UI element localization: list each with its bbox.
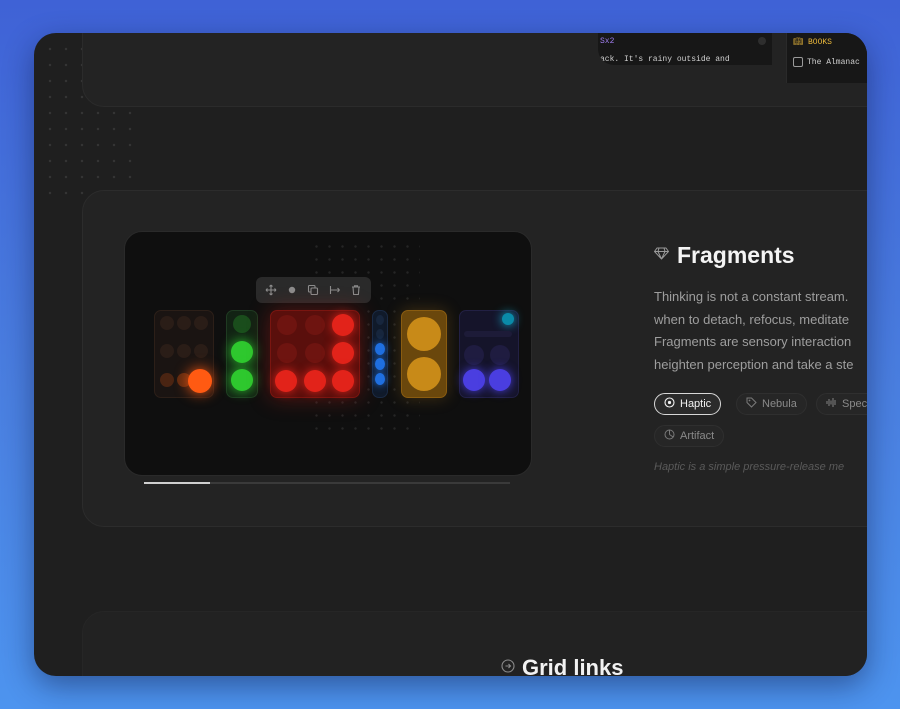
note-text: ack. It's rainy outside and bbox=[600, 55, 730, 64]
led-glow bbox=[375, 343, 385, 355]
chip-label: Spec bbox=[842, 398, 867, 410]
led-glow bbox=[407, 357, 441, 391]
dot-icon[interactable] bbox=[283, 281, 301, 299]
trash-icon[interactable] bbox=[347, 281, 365, 299]
fragments-preview[interactable] bbox=[124, 231, 532, 476]
checkbox[interactable] bbox=[793, 57, 803, 67]
led-glow bbox=[375, 358, 385, 370]
led-glow bbox=[489, 369, 511, 391]
chip-artifact[interactable]: Artifact bbox=[654, 425, 725, 447]
led-glow bbox=[231, 369, 253, 391]
led-glow bbox=[332, 314, 354, 336]
preview-progress-track[interactable] bbox=[144, 482, 510, 484]
fragments-heading: Fragments bbox=[654, 242, 795, 269]
led-off bbox=[177, 344, 191, 358]
gem-icon bbox=[654, 247, 669, 265]
led-off bbox=[194, 344, 208, 358]
module-green-column[interactable] bbox=[226, 310, 258, 398]
book-icon: 📖︎ bbox=[793, 38, 804, 47]
preview-toolbar bbox=[256, 277, 371, 303]
led-off bbox=[376, 315, 384, 325]
grid-links-heading: Grid links bbox=[501, 655, 623, 676]
led-glow-dim bbox=[160, 373, 174, 387]
books-header-label: BOOKS bbox=[807, 38, 832, 47]
led-off bbox=[194, 316, 208, 330]
books-pane[interactable]: 📖︎ BOOKS The Almanac bbox=[786, 33, 867, 83]
note-tag: Sx2 bbox=[600, 37, 615, 46]
chip-nebula[interactable]: Nebula bbox=[736, 393, 807, 415]
preview-progress-fill bbox=[144, 482, 210, 484]
grid-links-card bbox=[82, 611, 867, 676]
fragments-description: Thinking is not a constant stream. when … bbox=[654, 286, 867, 376]
pie-icon bbox=[664, 429, 675, 443]
chip-label: Haptic bbox=[680, 398, 712, 410]
led-off bbox=[160, 344, 174, 358]
books-list-item[interactable]: The Almanac bbox=[793, 57, 860, 67]
note-pane[interactable]: Sx2 ack. It's rainy outside and bbox=[598, 33, 772, 65]
description-line: Thinking is not a constant stream. bbox=[654, 289, 849, 304]
arrow-circle-icon bbox=[501, 658, 515, 677]
module-red-grid[interactable] bbox=[270, 310, 360, 398]
led-off bbox=[177, 316, 191, 330]
tag-icon bbox=[746, 397, 757, 411]
move-icon[interactable] bbox=[262, 281, 280, 299]
module-blue-column[interactable] bbox=[372, 310, 388, 398]
section-title: Grid links bbox=[522, 655, 624, 676]
led-off bbox=[490, 345, 510, 365]
led-glow bbox=[375, 373, 385, 385]
waveform-icon bbox=[826, 397, 837, 411]
led-glow bbox=[407, 317, 441, 351]
chip-caption: Haptic is a simple pressure-release me bbox=[654, 461, 845, 473]
led-glow-dim bbox=[233, 315, 251, 333]
led-off bbox=[277, 343, 297, 363]
copy-icon[interactable] bbox=[304, 281, 322, 299]
led-off bbox=[464, 331, 512, 337]
led-glow bbox=[275, 370, 297, 392]
books-item-label: The Almanac bbox=[807, 57, 860, 67]
led-off bbox=[305, 315, 325, 335]
led-glow bbox=[188, 369, 212, 393]
chip-haptic[interactable]: Haptic bbox=[654, 393, 722, 415]
led-glow bbox=[332, 342, 354, 364]
module-amber-column[interactable] bbox=[401, 310, 447, 398]
led-off bbox=[305, 343, 325, 363]
chip-label: Nebula bbox=[762, 398, 797, 410]
led-off bbox=[464, 345, 484, 365]
chip-spec[interactable]: Spec bbox=[816, 393, 867, 415]
description-line: when to detach, refocus, meditate bbox=[654, 311, 850, 327]
chip-label: Artifact bbox=[680, 430, 715, 442]
led-glow bbox=[463, 369, 485, 391]
led-glow bbox=[332, 370, 354, 392]
led-glow bbox=[304, 370, 326, 392]
led-off bbox=[376, 329, 384, 339]
led-glow bbox=[231, 341, 253, 363]
books-header: 📖︎ BOOKS bbox=[793, 37, 832, 47]
led-off bbox=[160, 316, 174, 330]
led-off bbox=[277, 315, 297, 335]
note-status-dot bbox=[758, 37, 766, 45]
led-glow bbox=[502, 313, 514, 325]
module-orange-grid[interactable] bbox=[154, 310, 214, 398]
description-line: Fragments are sensory interaction bbox=[654, 334, 852, 349]
description-line: heighten perception and take a ste bbox=[654, 356, 854, 372]
app-window: Sx2 ack. It's rainy outside and 📖︎ BOOKS… bbox=[34, 33, 867, 676]
target-icon bbox=[664, 397, 675, 411]
module-indigo-grid[interactable] bbox=[459, 310, 519, 398]
width-icon[interactable] bbox=[326, 281, 344, 299]
page-title: Fragments bbox=[677, 242, 795, 268]
